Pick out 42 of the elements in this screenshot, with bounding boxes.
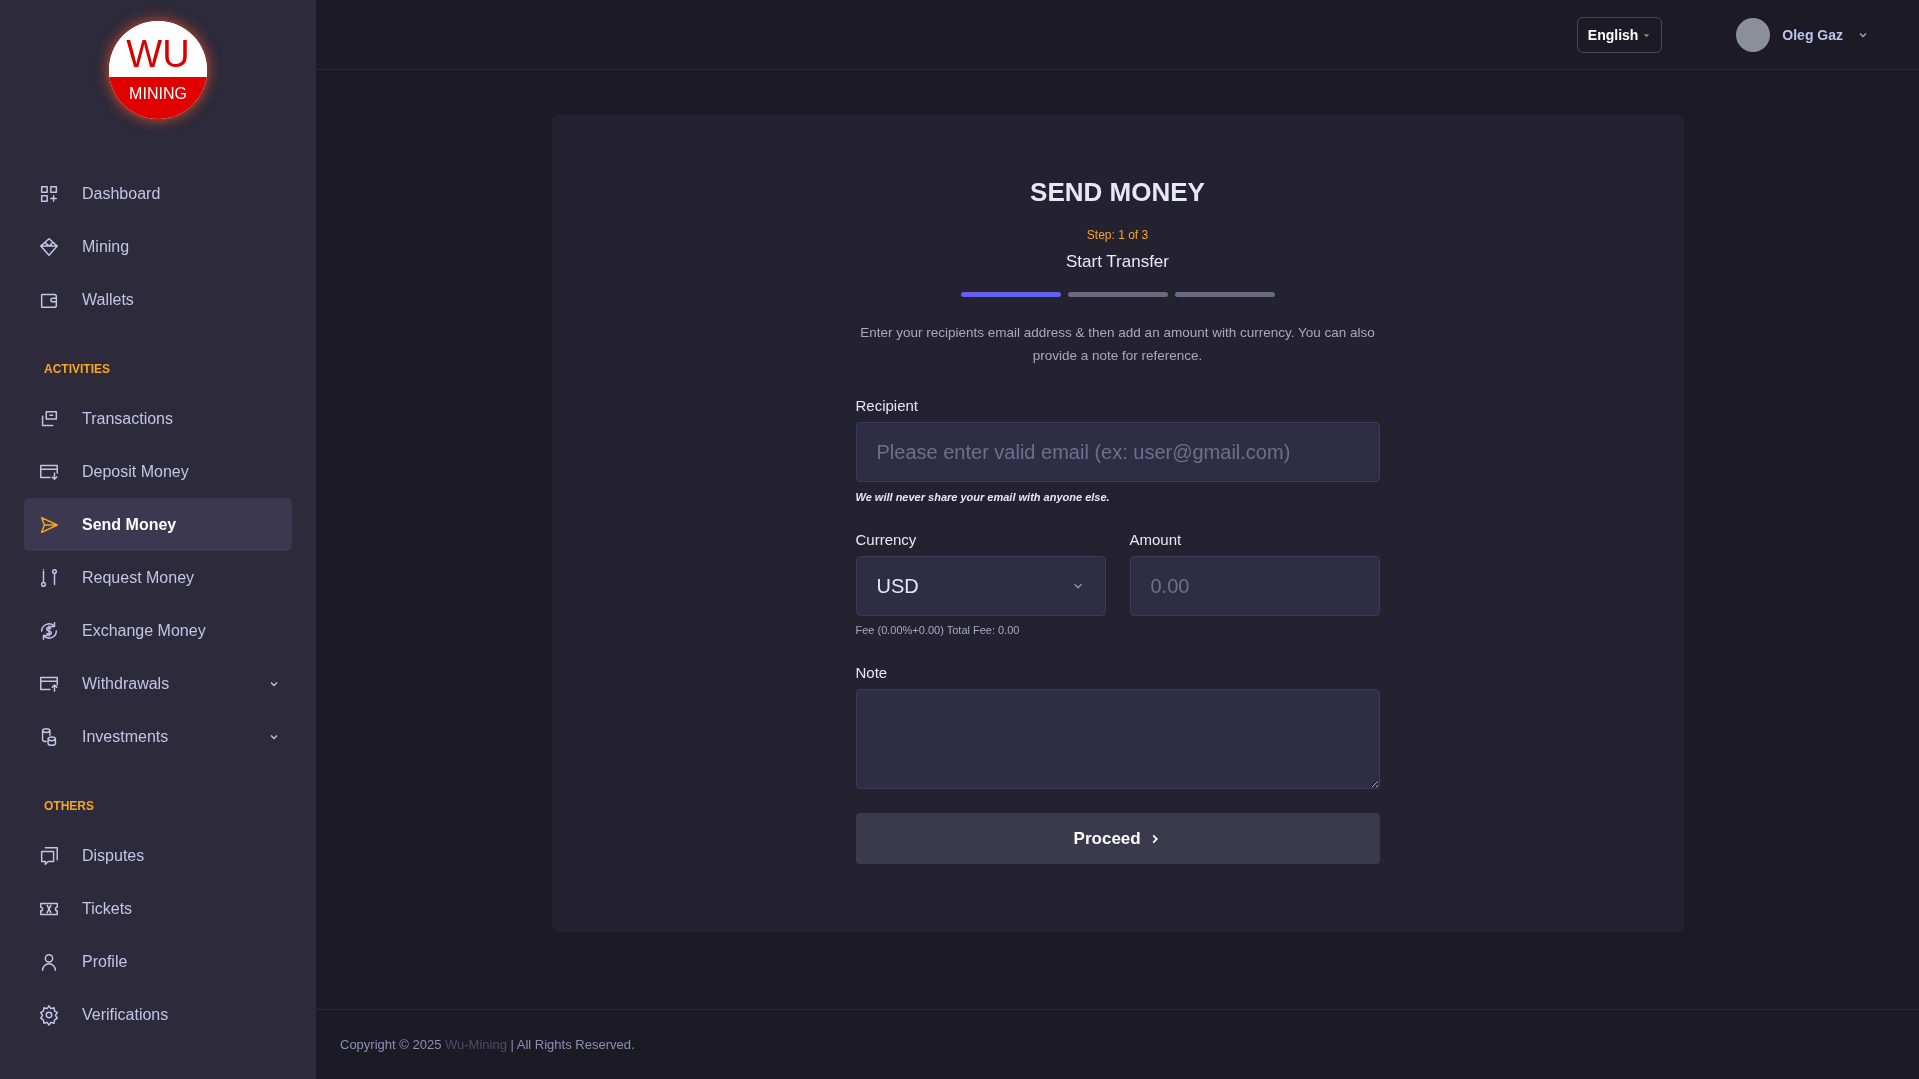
field-hint: We will never share your email with anyone else. [855,491,1111,503]
email-input[interactable]: Please enter valid email (ex: user@gmail.com) [855,422,1380,482]
logo-text: WU [109,21,207,77]
field-label: Amount [1129,531,1183,548]
menu-item-icon [38,235,60,258]
sidebar-item[interactable]: Disputes [24,829,292,882]
menu-item-icon [38,566,60,589]
sidebar-item[interactable]: Profile [24,935,292,988]
sidebar-item[interactable]: Withdrawals [24,657,292,710]
avatar-placeholder[interactable] [1736,17,1771,52]
sidebar-item[interactable]: Exchange Money [24,604,292,657]
field-label: Recipient [855,397,920,414]
user-name[interactable]: Oleg Gaz [1782,26,1843,43]
logo[interactable]: WU MINING [109,21,207,119]
description-text: Enter your recipients email address & then add an amount with currency. You can also provide a note for reference. [859,324,1376,365]
sidebar-item[interactable]: Verifications [24,988,292,1041]
sidebar-item[interactable]: Deposit Money [24,445,292,498]
copyright-text: Copyright © 2025 Wu-Mining | All Rights Reserved. [340,1037,635,1052]
sidebar-item[interactable]: Wallets [24,273,292,326]
logo-subtext: MINING [109,77,207,119]
menu-item-icon [38,1003,60,1026]
sidebar-item[interactable]: Tickets [24,882,292,935]
currency-select[interactable]: USD [855,556,1106,616]
step-title: Start Transfer [1066,252,1169,272]
sidebar-item[interactable]: Dashboard [24,167,292,220]
menu-item-icon [38,619,60,642]
section-heading: OTHERS [43,798,95,815]
language-dropdown[interactable]: English [1576,16,1663,53]
amount-input[interactable]: 0.00 [1129,556,1380,616]
field-label: Currency [855,531,918,548]
field-label: Note [855,664,889,681]
sidebar-item[interactable]: Investments [24,710,292,763]
fee-text: Fee (0.00%+0.00) Total Fee: 0.00 [855,624,1021,636]
sidebar-item[interactable]: Mining [24,220,292,273]
proceed-button[interactable]: Proceed [855,813,1380,864]
page-title: SEND MONEY [1030,177,1205,208]
section-heading: ACTIVITIES [43,361,111,378]
sidebar-item[interactable]: Send Money [24,498,292,551]
menu-item-icon [38,844,60,867]
step-counter: Step: 1 of 3 [1086,228,1149,242]
sidebar-item[interactable]: Transactions [24,392,292,445]
sidebar-item[interactable]: Request Money [24,551,292,604]
